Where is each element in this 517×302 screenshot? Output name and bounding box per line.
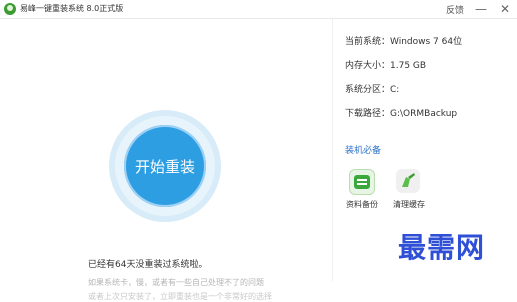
backup-icon — [349, 169, 375, 195]
minimize-button[interactable]: — — [469, 0, 493, 18]
system-partition-label: 系统分区： — [345, 85, 391, 95]
days-since-reinstall-message: 已经有64天没重装过系统啦。 — [88, 260, 208, 270]
window-title: 易峰一键重装系统 8.0正式版 — [20, 4, 124, 13]
clean-cache-tool-button[interactable]: 清理缓存 — [390, 169, 428, 211]
feedback-link[interactable]: 反馈 — [446, 3, 464, 16]
essentials-title[interactable]: 装机必备 — [345, 143, 381, 156]
tip-line-2: 或者上次只安装了，立即重装也是一个非常好的选择 — [88, 292, 272, 301]
app-logo-icon — [4, 3, 16, 15]
download-path-label: 下载路径： — [345, 109, 391, 119]
minimize-icon: — — [475, 2, 487, 16]
memory-row: 内存大小：1.75 GB — [345, 58, 426, 71]
title-bar: 易峰一键重装系统 8.0正式版 反馈 — ✕ — [0, 0, 517, 19]
download-path-value[interactable]: G:\ORMBackup — [390, 109, 457, 119]
start-reinstall-label: 开始重装 — [134, 157, 195, 176]
system-partition-row: 系统分区：C: — [345, 82, 399, 95]
system-partition-value: C: — [390, 85, 400, 95]
main-panel: 开始重装 已经有64天没重装过系统啦。 如果系统卡，慢，或者有一些自己处理不了的… — [0, 19, 331, 301]
watermark-text: 最需网 — [398, 231, 486, 264]
current-system-row: 当前系统：Windows 7 64位 — [345, 34, 462, 47]
backup-tool-button[interactable]: 资料备份 — [343, 169, 381, 211]
current-system-value: Windows 7 64位 — [390, 37, 463, 47]
memory-label: 内存大小： — [345, 61, 391, 71]
memory-value: 1.75 GB — [390, 61, 427, 71]
current-system-label: 当前系统： — [345, 37, 391, 47]
start-reinstall-button[interactable]: 开始重装 — [124, 125, 206, 207]
close-button[interactable]: ✕ — [493, 0, 517, 18]
clean-cache-tool-label: 清理缓存 — [393, 200, 425, 209]
close-icon: ✕ — [499, 2, 511, 16]
download-path-row: 下载路径：G:\ORMBackup — [345, 106, 457, 119]
clean-icon — [396, 169, 420, 193]
tip-line-1: 如果系统卡，慢，或者有一些自己处理不了的问题 — [88, 278, 264, 287]
backup-tool-label: 资料备份 — [346, 200, 378, 209]
